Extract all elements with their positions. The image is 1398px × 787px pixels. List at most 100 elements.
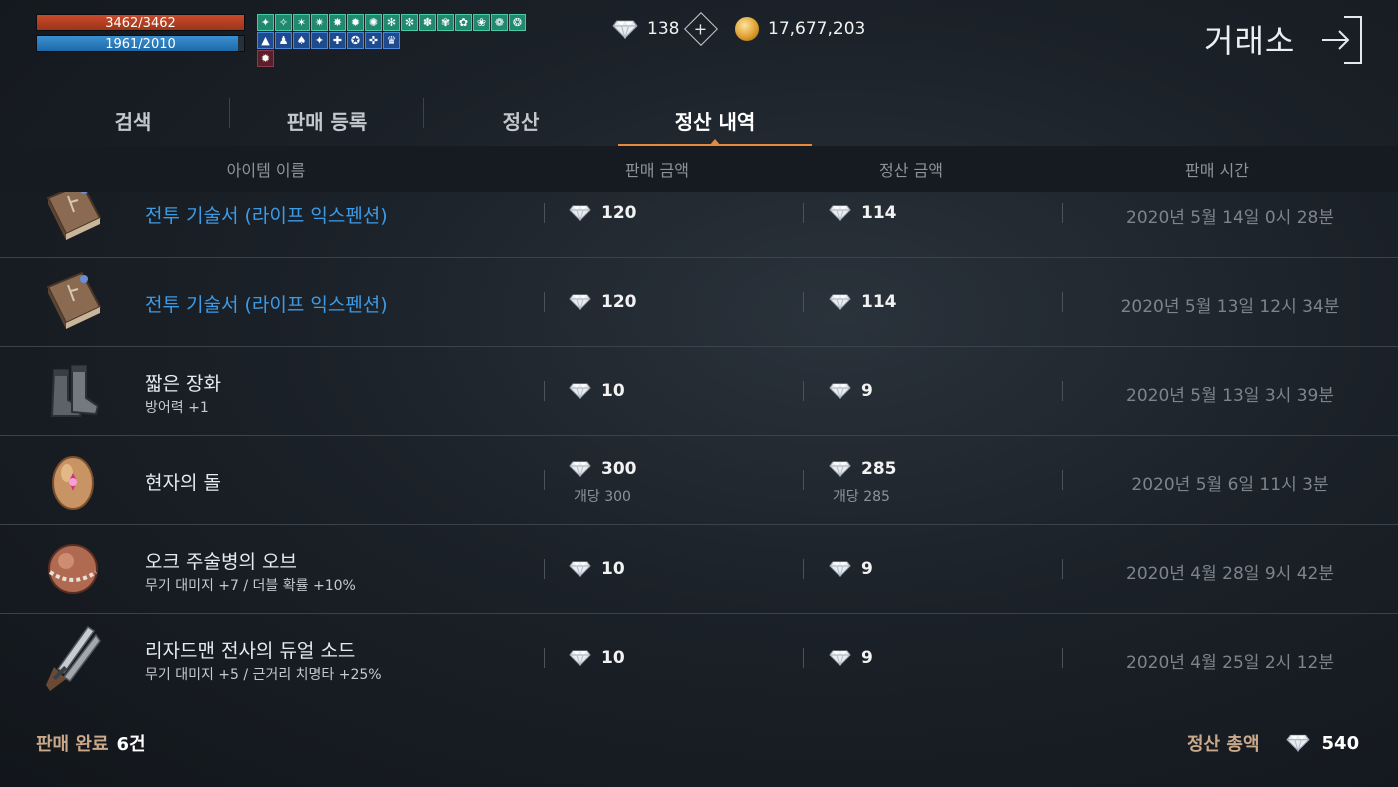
buff-icon: ✼: [401, 14, 418, 31]
item-stats: 무기 대미지 +5 / 근거리 치명타 +25%: [145, 667, 382, 683]
item-name: 오크 주술병의 오브: [145, 551, 297, 573]
column-divider: [803, 559, 804, 579]
column-divider: [803, 470, 804, 490]
item-stats: 방어력 +1: [145, 400, 209, 416]
item-name: 리자드맨 전사의 듀얼 소드: [145, 640, 356, 662]
settle-amount-value: 285: [861, 459, 897, 479]
sale-price-value: 300: [601, 459, 637, 479]
sale-price-value: 10: [601, 381, 625, 401]
sale-price: 120: [569, 203, 637, 223]
completed-value: 6건: [116, 734, 146, 755]
boots-icon: [38, 356, 108, 426]
diamond-icon: [569, 294, 591, 310]
diamond-icon: [829, 294, 851, 310]
total-label: 정산 총액: [1187, 734, 1260, 755]
tab-settlement-label: 정산: [502, 109, 540, 134]
sale-price: 10: [569, 381, 625, 401]
table-row[interactable]: 리자드맨 전사의 듀얼 소드무기 대미지 +5 / 근거리 치명타 +25% 10…: [0, 614, 1398, 695]
tab-search[interactable]: 검색: [36, 94, 230, 146]
sale-price: 300: [569, 459, 637, 479]
settlement-history-list[interactable]: 전투 기술서 (라이프 익스펜션) 120 114 2020년 5월 14일 0시 2…: [0, 192, 1398, 695]
buff-icon: ✚: [329, 32, 346, 49]
column-item-name: 아이템 이름: [226, 161, 306, 180]
settle-amount: 285: [829, 459, 897, 479]
sage-stone-icon: [38, 445, 108, 515]
diamond-icon: [569, 650, 591, 666]
diamond-icon: [829, 205, 851, 221]
buff-icon: ✹: [347, 14, 364, 31]
buff-icon: ♟: [275, 32, 292, 49]
table-row[interactable]: 현자의 돌 300 개당 300 285 개당 285 2020년 5월 6일 11시 3…: [0, 436, 1398, 525]
tab-sell-register[interactable]: 판매 등록: [230, 94, 424, 146]
settlement-total: 정산 총액 540: [1187, 730, 1359, 756]
hp-value: 3462/3462: [105, 16, 176, 31]
buff-icon: ✧: [275, 14, 292, 31]
buff-row: ✦ ✧ ✶ ✷ ✸ ✹ ✺ ✻ ✼ ✽ ✾ ✿ ❀ ❁ ❂: [257, 14, 526, 31]
buff-icon: ✶: [293, 14, 310, 31]
exit-icon[interactable]: [1318, 16, 1364, 64]
buff-icon: ❁: [491, 14, 508, 31]
settle-unit-price: 개당 285: [833, 489, 890, 505]
settle-amount: 9: [829, 559, 873, 579]
mp-bar: 1961/2010: [36, 35, 245, 52]
gold-balance: 17,677,203: [735, 17, 865, 41]
diamond-balance: 138 +: [612, 12, 719, 46]
column-divider: [803, 203, 804, 223]
orb-icon: [38, 534, 108, 604]
column-sale-price: 판매 금액: [625, 161, 689, 180]
dual-sword-icon: [38, 623, 108, 693]
buff-icon: ✻: [383, 14, 400, 31]
total-value: 540: [1321, 732, 1360, 754]
column-divider: [803, 292, 804, 312]
sale-price: 10: [569, 559, 625, 579]
table-row[interactable]: 오크 주술병의 오브 무기 대미지 +7 / 더블 확률 +10% 10 9 2020년…: [0, 525, 1398, 614]
add-diamond-button[interactable]: +: [684, 12, 719, 46]
column-sale-time: 판매 시간: [1185, 161, 1249, 180]
sale-time: 2020년 4월 25일 2시 12분: [1126, 653, 1334, 673]
buff-icon: ✹: [257, 50, 274, 67]
tab-sell-register-label: 판매 등록: [286, 109, 368, 134]
column-divider: [544, 470, 545, 490]
tab-bar: 검색 판매 등록 정산 정산 내역: [36, 94, 1398, 146]
completed-count: 판매 완료 6건: [36, 730, 146, 756]
sale-price-value: 120: [601, 292, 637, 312]
buff-icon: ▲: [257, 32, 274, 49]
buff-row: ✹: [257, 50, 526, 67]
buff-icon: ✷: [311, 14, 328, 31]
buff-icon: ✺: [365, 14, 382, 31]
top-bar: 3462/3462 1961/2010 ✦ ✧ ✶ ✷ ✸ ✹ ✺ ✻ ✼ ✽ ✾ ✿ ❀ ❁ ❂ ▲ ♟ ♠ ✦…: [0, 0, 1398, 90]
item-name: 전투 기술서 (라이프 익스펜션): [145, 205, 388, 227]
buff-icon: ✦: [311, 32, 328, 49]
diamond-icon: [829, 561, 851, 577]
skill-book-icon: [38, 267, 108, 337]
table-row[interactable]: 짧은 장화 방어력 +1 10 9 2020년 5월 13일 3시 39분: [0, 347, 1398, 436]
footer: 판매 완료 6건 정산 총액 540: [0, 695, 1398, 787]
settle-amount-value: 9: [861, 648, 873, 668]
tab-settlement-history[interactable]: 정산 내역: [618, 94, 812, 146]
buff-icon: ✽: [419, 14, 436, 31]
sale-price: 120: [569, 292, 637, 312]
sale-time: 2020년 5월 6일 11시 3분: [1131, 475, 1329, 495]
table-row[interactable]: 전투 기술서 (라이프 익스펜션) 120 114 2020년 5월 13일 12시 …: [0, 258, 1398, 347]
tab-search-label: 검색: [114, 109, 152, 134]
sale-price: 10: [569, 648, 625, 668]
sale-time: 2020년 5월 13일 3시 39분: [1126, 386, 1334, 406]
buff-list: ✦ ✧ ✶ ✷ ✸ ✹ ✺ ✻ ✼ ✽ ✾ ✿ ❀ ❁ ❂ ▲ ♟ ♠ ✦ ✚ ✪ ✜ ♛ ✹: [257, 14, 526, 68]
table-row[interactable]: 전투 기술서 (라이프 익스펜션) 120 114 2020년 5월 14일 0시 2…: [0, 192, 1398, 258]
settle-amount-value: 114: [861, 203, 897, 223]
diamond-count: 138: [647, 19, 680, 39]
diamond-icon: [612, 20, 638, 39]
diamond-icon: [569, 205, 591, 221]
sale-unit-price: 개당 300: [574, 489, 631, 505]
settle-amount-value: 114: [861, 292, 897, 312]
settle-amount: 114: [829, 292, 897, 312]
item-name: 전투 기술서 (라이프 익스펜션): [145, 294, 388, 316]
column-divider: [803, 381, 804, 401]
tab-settlement[interactable]: 정산: [424, 94, 618, 146]
buff-icon: ✾: [437, 14, 454, 31]
diamond-icon: [569, 461, 591, 477]
sale-time: 2020년 5월 13일 12시 34분: [1120, 297, 1340, 317]
buff-icon: ❀: [473, 14, 490, 31]
diamond-icon: [829, 383, 851, 399]
sale-price-value: 10: [601, 648, 625, 668]
